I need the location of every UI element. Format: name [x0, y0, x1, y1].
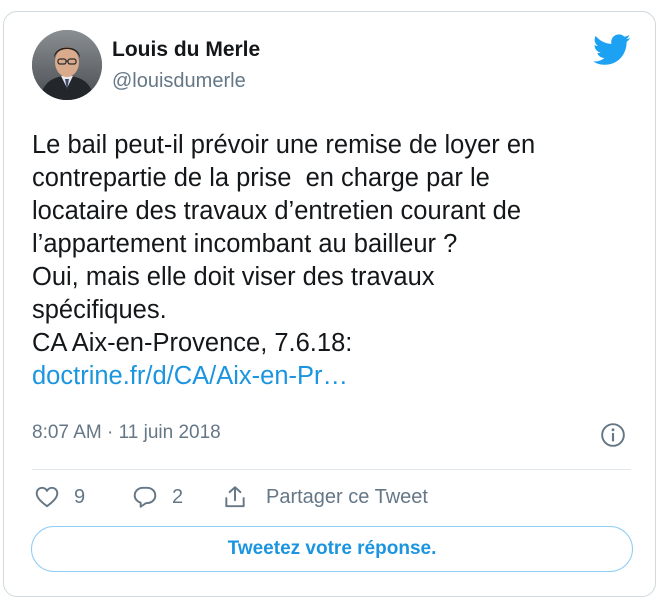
reply-count: 2	[172, 485, 184, 508]
twitter-bird-icon[interactable]	[593, 34, 631, 66]
share-button[interactable]: Partager ce Tweet	[222, 482, 428, 512]
tweet-line: spécifiques.	[32, 296, 167, 324]
tweet-line: Oui, mais elle doit viser des travaux	[32, 263, 435, 291]
tweet-card: Louis du Merle @louisdumerle Le bail peu…	[3, 11, 656, 597]
share-label: Partager ce Tweet	[266, 485, 428, 508]
tweet-line: locataire des travaux d’entretien couran…	[32, 197, 522, 225]
author-name[interactable]: Louis du Merle	[112, 38, 260, 62]
tweet-line: CA Aix-en-Provence, 7.6.18:	[32, 329, 353, 357]
divider	[32, 469, 631, 470]
speech-bubble-icon	[132, 484, 158, 510]
tweet-link[interactable]: doctrine.fr/d/CA/Aix-en-Pr…	[32, 360, 348, 393]
avatar-photo	[32, 30, 102, 100]
tweet-text: Le bail peut-il prévoir une remise de lo…	[32, 129, 642, 393]
tweet-line: l’appartement incombant au bailleur ?	[32, 230, 458, 258]
author-handle[interactable]: @louisdumerle	[112, 70, 246, 93]
reply-button[interactable]: 2	[132, 482, 183, 512]
tweet-reply-button[interactable]: Tweetez votre réponse.	[31, 526, 633, 572]
info-icon[interactable]	[600, 422, 626, 448]
like-count: 9	[74, 485, 86, 508]
like-button[interactable]: 9	[34, 482, 85, 512]
share-icon	[222, 484, 248, 510]
tweet-timestamp[interactable]: 8:07 AM · 11 juin 2018	[32, 422, 221, 444]
tweet-line: Le bail peut-il prévoir une remise de lo…	[32, 131, 536, 159]
tweet-line: contrepartie de la prise en charge par l…	[32, 164, 490, 192]
avatar[interactable]	[32, 30, 102, 100]
heart-icon	[34, 484, 60, 510]
